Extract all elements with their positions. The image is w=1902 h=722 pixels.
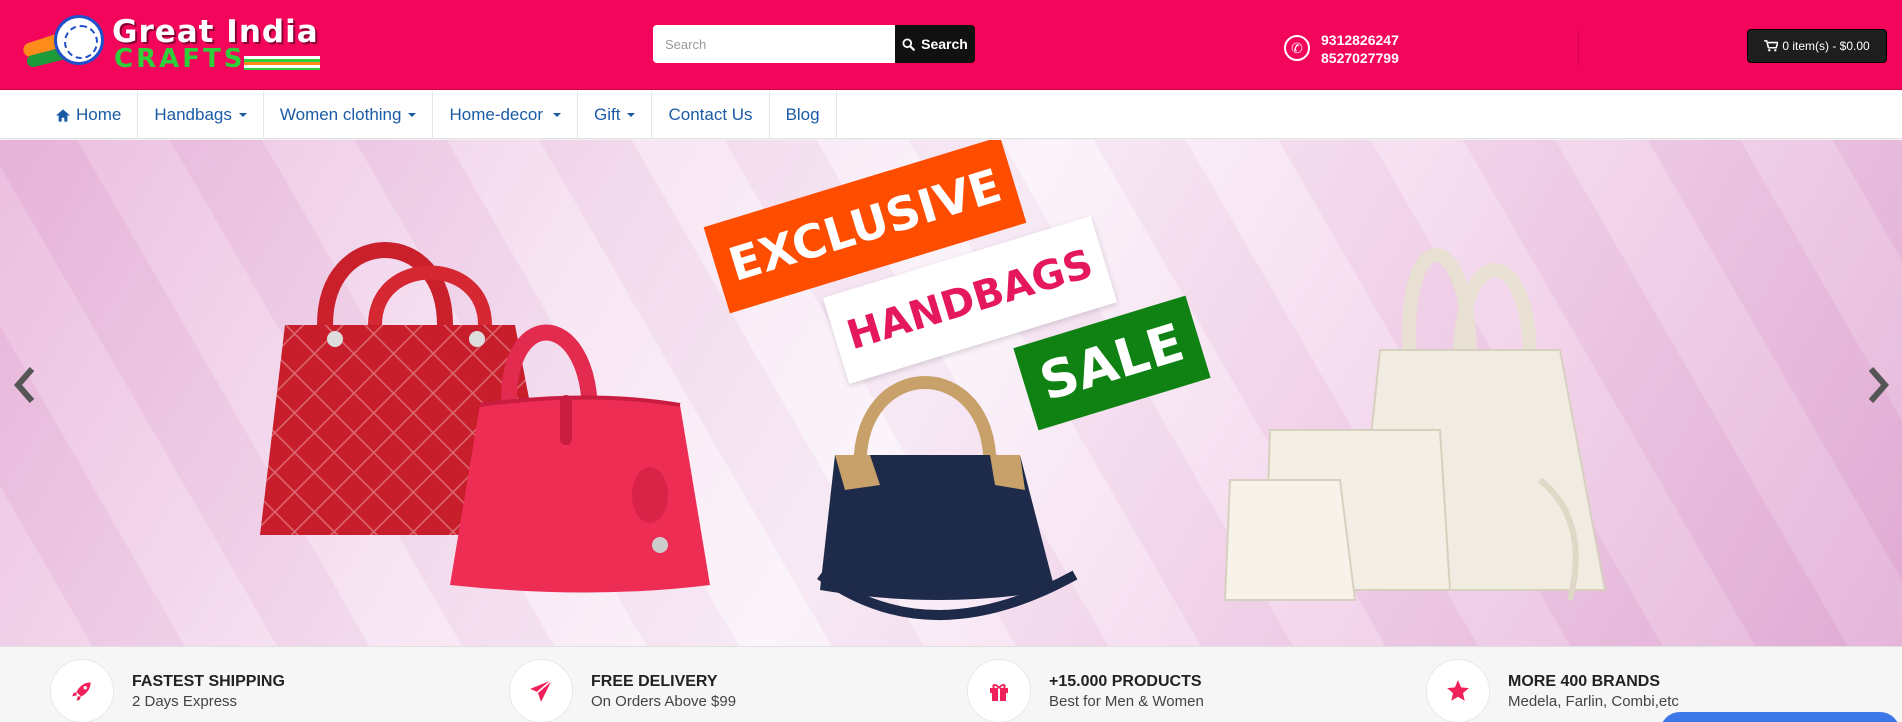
nav-item-label: Gift bbox=[594, 105, 621, 124]
nav-item-women-clothing[interactable]: Women clothing bbox=[264, 91, 434, 139]
nav-item-contact-us[interactable]: Contact Us bbox=[652, 91, 770, 139]
home-icon bbox=[56, 108, 70, 122]
feature-title: FREE DELIVERY bbox=[591, 673, 718, 690]
feature-title: FASTEST SHIPPING bbox=[132, 673, 285, 690]
chat-widget-button[interactable] bbox=[1660, 712, 1900, 722]
nav-item-gift[interactable]: Gift bbox=[578, 91, 653, 139]
chevron-right-icon bbox=[1868, 367, 1889, 403]
feature-brands: MORE 400 BRANDS Medela, Farlin, Combi,et… bbox=[1426, 659, 1846, 722]
pink-handbag-image bbox=[450, 324, 710, 593]
nav-item-label: Handbags bbox=[154, 105, 232, 124]
nav-item-handbags[interactable]: Handbags bbox=[138, 91, 264, 139]
feature-subtitle: Medela, Farlin, Combi,etc bbox=[1508, 693, 1679, 710]
nav-item-label: Home-decor bbox=[449, 105, 544, 124]
gift-icon bbox=[967, 659, 1031, 722]
search-input[interactable] bbox=[653, 25, 895, 63]
chevron-down-icon bbox=[627, 113, 636, 117]
phone-numbers: 9312826247 8527027799 bbox=[1321, 31, 1399, 67]
feature-products: +15.000 PRODUCTS Best for Men & Women bbox=[967, 659, 1387, 722]
feature-title: +15.000 PRODUCTS bbox=[1049, 673, 1202, 690]
phone-icon: ✆ bbox=[1284, 35, 1310, 61]
chevron-left-icon bbox=[14, 367, 35, 403]
main-navigation: Home Handbags Women clothing Home-decor … bbox=[0, 91, 1902, 139]
nav-item-label: Blog bbox=[785, 105, 820, 124]
slider-next-button[interactable] bbox=[1858, 360, 1898, 410]
paper-plane-icon bbox=[509, 659, 573, 722]
nav-item-label: Home bbox=[76, 105, 122, 124]
nav-item-blog[interactable]: Blog bbox=[770, 91, 837, 139]
site-logo[interactable]: Great India CRAFTS bbox=[21, 12, 322, 76]
feature-title: MORE 400 BRANDS bbox=[1508, 673, 1661, 690]
feature-subtitle: On Orders Above $99 bbox=[591, 693, 737, 710]
cart-summary: 0 item(s) - $0.00 bbox=[1782, 39, 1870, 53]
chevron-down-icon bbox=[553, 113, 562, 117]
navy-handbag-image bbox=[817, 376, 1078, 620]
rocket-icon bbox=[50, 659, 114, 722]
white-handbag-set-image bbox=[1223, 248, 1607, 601]
search-button[interactable]: Search bbox=[895, 25, 975, 63]
chevron-down-icon bbox=[238, 113, 247, 117]
feature-subtitle: Best for Men & Women bbox=[1049, 693, 1204, 710]
feature-fastest-shipping: FASTEST SHIPPING 2 Days Express bbox=[50, 659, 470, 722]
search-icon bbox=[902, 37, 915, 51]
nav-item-label: Women clothing bbox=[279, 105, 402, 124]
star-icon bbox=[1426, 659, 1490, 722]
header-divider bbox=[1578, 30, 1579, 66]
shopping-cart-icon bbox=[1764, 40, 1779, 52]
chevron-down-icon bbox=[408, 113, 417, 117]
hero-banner-slider[interactable]: EXCLUSIVE HANDBAGS SALE bbox=[0, 140, 1902, 646]
nav-item-home-decor[interactable]: Home-decor bbox=[433, 91, 579, 139]
nav-item-home[interactable]: Home bbox=[40, 91, 139, 139]
features-bar: FASTEST SHIPPING 2 Days Express FREE DEL… bbox=[0, 646, 1902, 722]
site-header: Great India CRAFTS Search ✆ 9312826247 8… bbox=[0, 0, 1902, 90]
cart-button[interactable]: 0 item(s) - $0.00 bbox=[1747, 29, 1887, 63]
feature-subtitle: 2 Days Express bbox=[132, 693, 238, 710]
nav-item-label: Contact Us bbox=[668, 105, 753, 124]
phone-number-2[interactable]: 8527027799 bbox=[1321, 49, 1399, 67]
phone-number-1[interactable]: 9312826247 bbox=[1321, 31, 1399, 49]
ashoka-chakra-icon bbox=[54, 15, 104, 65]
logo-stripes bbox=[244, 56, 320, 70]
search-button-label: Search bbox=[921, 36, 968, 52]
logo-text-line2: CRAFTS bbox=[114, 44, 246, 74]
slider-prev-button[interactable] bbox=[5, 360, 45, 410]
feature-free-delivery: FREE DELIVERY On Orders Above $99 bbox=[509, 659, 929, 722]
